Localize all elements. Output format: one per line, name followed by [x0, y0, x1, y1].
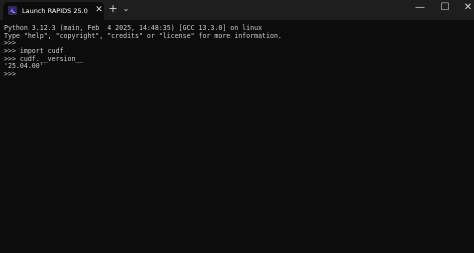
terminal-line: >>> [4, 39, 16, 48]
terminal-line: >>> [4, 70, 16, 79]
maximize-button[interactable]: ☐ [437, 2, 453, 14]
title-bar: Launch RAPIDS 25.04 WSL Py ✕ + ⌄ — ☐ ✕ [0, 0, 474, 20]
terminal-app-icon [8, 6, 17, 15]
terminal-line: >>> cudf.__version__ [4, 54, 84, 63]
close-window-button[interactable]: ✕ [460, 2, 474, 14]
minimize-button[interactable]: — [412, 2, 428, 14]
terminal-window: Launch RAPIDS 25.04 WSL Py ✕ + ⌄ — ☐ ✕ P… [0, 0, 474, 253]
tab-title: Launch RAPIDS 25.04 WSL Py [22, 7, 88, 15]
terminal-line: Type "help", "copyright", "credits" or "… [4, 31, 282, 40]
terminal-output[interactable]: Python 3.12.3 (main, Feb 4 2025, 14:48:3… [4, 24, 470, 249]
terminal-line: '25.04.00' [4, 62, 44, 71]
new-tab-button[interactable]: + [107, 3, 119, 15]
close-icon[interactable]: ✕ [94, 5, 104, 15]
active-tab[interactable]: Launch RAPIDS 25.04 WSL Py ✕ [3, 2, 104, 20]
tab-dropdown-icon[interactable]: ⌄ [120, 3, 132, 15]
